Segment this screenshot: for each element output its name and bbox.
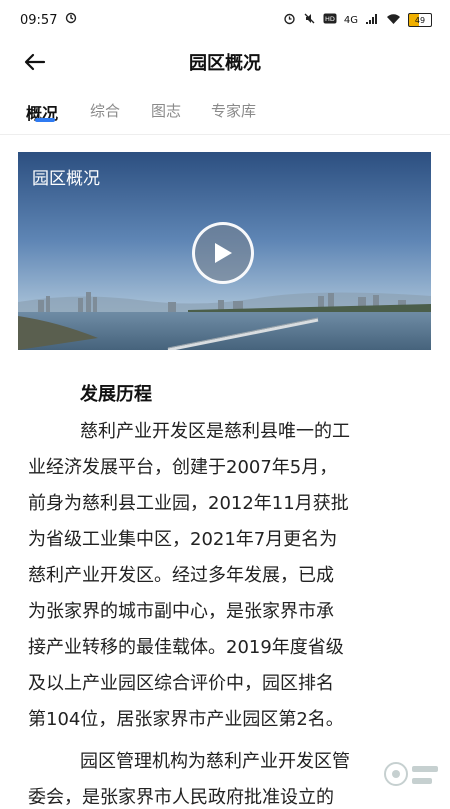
- paragraph-line: 业经济发展平台，创建于2007年5月，: [28, 457, 338, 478]
- tab-expert-library[interactable]: 专家库: [211, 100, 256, 121]
- play-button[interactable]: [192, 222, 254, 284]
- status-right: HD 4G 49: [283, 12, 432, 28]
- network-type: 4G: [343, 14, 358, 26]
- tab-gazetteer[interactable]: 图志: [151, 100, 181, 121]
- status-left: 09:57: [20, 12, 77, 28]
- tab-comprehensive[interactable]: 综合: [90, 100, 120, 121]
- arrow-left-icon: [24, 53, 46, 71]
- video-caption: 园区概况: [32, 169, 100, 189]
- hd-icon: HD: [323, 13, 337, 27]
- wifi-icon: [386, 13, 401, 28]
- sync-icon: [65, 12, 77, 28]
- paragraph-line: 慈利产业开发区是慈利县唯一的工: [80, 421, 350, 442]
- paragraph-line: 及以上产业园区综合评价中，园区排名: [28, 673, 334, 694]
- paragraph-line: 委会，是张家界市人民政府批准设立的: [28, 787, 334, 808]
- paragraph-line: 慈利产业开发区。经过多年发展，已成: [28, 565, 334, 586]
- signal-icon: [365, 13, 379, 28]
- status-time: 09:57: [20, 12, 58, 28]
- section-heading: 发展历程: [80, 384, 152, 405]
- paragraph-line: 前身为慈利县工业园，2012年11月获批: [28, 493, 349, 514]
- active-tab-indicator: [35, 118, 55, 122]
- battery-level: 49: [414, 15, 426, 25]
- watermark-logo: [382, 758, 442, 796]
- video-player[interactable]: 园区概况: [18, 152, 431, 350]
- battery-icon: 49: [408, 13, 432, 27]
- paragraph-line: 为省级工业集中区，2021年7月更名为: [28, 529, 338, 550]
- paragraph-line: 第104位，居张家界市产业园区第2名。: [28, 709, 344, 730]
- page-title: 园区概况: [189, 53, 261, 74]
- app-header: 园区概况: [0, 40, 450, 84]
- paragraph-line: 为张家界的城市副中心，是张家界市承: [28, 601, 334, 622]
- paragraph-line: 园区管理机构为慈利产业开发区管: [80, 751, 350, 772]
- alarm-icon: [283, 12, 296, 28]
- status-bar: 09:57 HD 4G 49: [0, 0, 450, 40]
- paragraph-line: 接产业转移的最佳载体。2019年度省级: [28, 637, 344, 658]
- play-icon: [215, 243, 232, 263]
- mute-icon: [303, 12, 316, 28]
- svg-text:HD: HD: [325, 15, 335, 23]
- back-button[interactable]: [18, 46, 52, 78]
- tab-bar: 概况 综合 图志 专家库: [0, 90, 450, 135]
